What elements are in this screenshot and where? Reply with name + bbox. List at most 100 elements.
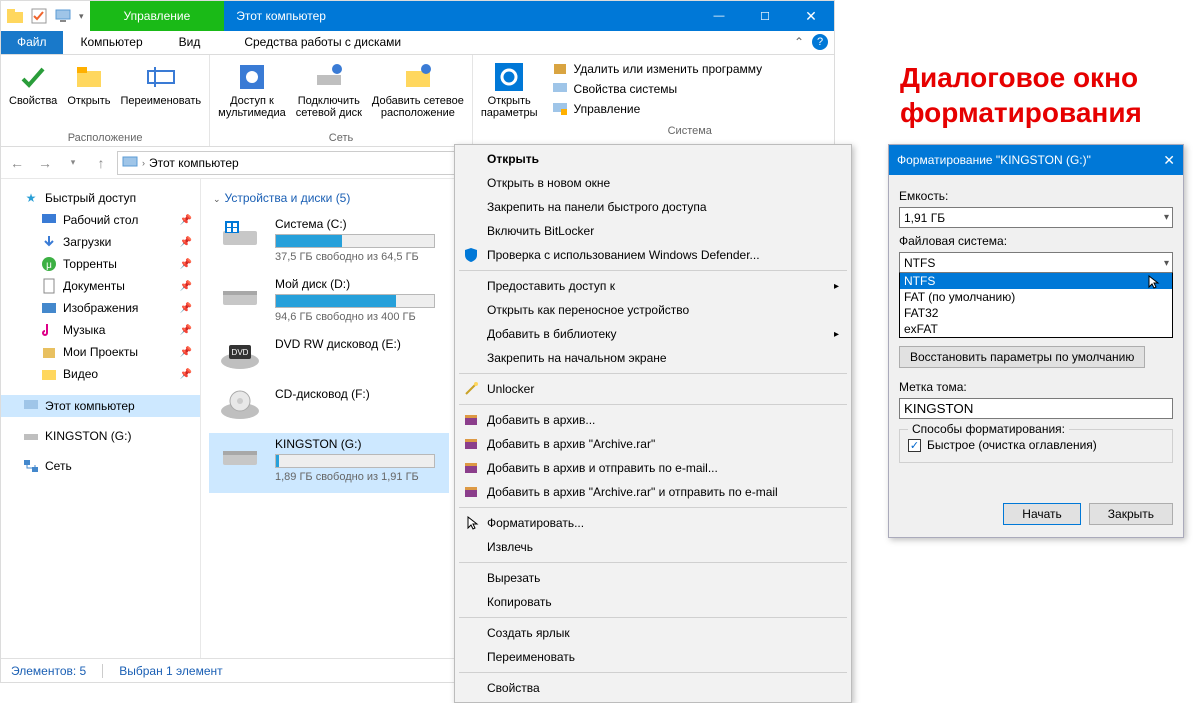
back-button[interactable]: ← — [5, 151, 29, 175]
ctx-open-new-window[interactable]: Открыть в новом окне — [457, 171, 849, 195]
maximize-button[interactable]: ☐ — [742, 1, 788, 31]
ctx-rename[interactable]: Переименовать — [457, 645, 849, 669]
close-icon[interactable]: ✕ — [1163, 152, 1175, 169]
drive-name: CD-дисковод (F:) — [275, 387, 441, 404]
sidebar-downloads[interactable]: Загрузки📌 — [1, 231, 200, 253]
fs-option-fat[interactable]: FAT (по умолчанию) — [900, 289, 1172, 305]
sidebar-documents[interactable]: Документы📌 — [1, 275, 200, 297]
manage-icon — [552, 101, 568, 117]
ctx-bitlocker[interactable]: Включить BitLocker — [457, 219, 849, 243]
ctx-archive-rar-email[interactable]: Добавить в архив "Archive.rar" и отправи… — [457, 480, 849, 504]
ctx-separator — [459, 617, 847, 618]
help-button[interactable]: ? — [812, 34, 828, 50]
drive-item[interactable]: Мой диск (D:)94,6 ГБ свободно из 400 ГБ — [209, 273, 449, 333]
view-tab[interactable]: Вид — [161, 31, 219, 54]
chevron-down-icon: ▾ — [1164, 212, 1169, 223]
picture-icon — [41, 300, 57, 316]
rename-button[interactable]: Переименовать — [117, 59, 206, 132]
sidebar-quick-access[interactable]: ★Быстрый доступ — [1, 187, 200, 209]
drive-item[interactable]: Система (C:)37,5 ГБ свободно из 64,5 ГБ — [209, 213, 449, 273]
pc-icon[interactable] — [55, 8, 71, 24]
chevron-right-icon: ▸ — [834, 281, 839, 292]
drive-name: KINGSTON (G:) — [275, 437, 441, 454]
context-menu: Открыть Открыть в новом окне Закрепить н… — [454, 144, 852, 703]
drive-item[interactable]: CD-дисковод (F:) — [209, 383, 449, 433]
capacity-select[interactable]: 1,91 ГБ ▾ — [899, 207, 1173, 228]
ctx-archive-rar[interactable]: Добавить в архив "Archive.rar" — [457, 432, 849, 456]
minimize-button[interactable]: — — [696, 1, 742, 31]
reset-defaults-button[interactable]: Восстановить параметры по умолчанию — [899, 346, 1145, 368]
quick-format-label: Быстрое (очистка оглавления) — [927, 438, 1097, 452]
file-tab[interactable]: Файл — [1, 31, 63, 54]
ctx-format[interactable]: Форматировать... — [457, 511, 849, 535]
ctx-library[interactable]: Добавить в библиотеку▸ — [457, 322, 849, 346]
quick-format-checkbox[interactable]: ✓ Быстрое (очистка оглавления) — [908, 438, 1164, 452]
drive-name: Система (C:) — [275, 217, 441, 234]
ctx-separator — [459, 562, 847, 563]
collapse-ribbon-icon[interactable]: ⌃ — [786, 31, 812, 54]
drive-icon — [23, 428, 39, 444]
ctx-defender[interactable]: Проверка с использованием Windows Defend… — [457, 243, 849, 267]
close-button[interactable]: ✕ — [788, 1, 834, 31]
computer-tab[interactable]: Компьютер — [63, 31, 161, 54]
volume-label-label: Метка тома: — [899, 380, 1173, 394]
open-settings-button[interactable]: Открыть параметры — [477, 59, 542, 132]
ctx-properties[interactable]: Свойства — [457, 676, 849, 700]
winrar-icon — [463, 460, 479, 476]
quick-access-toolbar: ▾ — [1, 1, 90, 31]
qat-dropdown-icon[interactable]: ▾ — [79, 11, 84, 22]
sidebar-desktop[interactable]: Рабочий стол📌 — [1, 209, 200, 231]
properties-button[interactable]: Свойства — [5, 59, 61, 132]
drive-item[interactable]: DVDDVD RW дисковод (E:) — [209, 333, 449, 383]
fs-option-exfat[interactable]: exFAT — [900, 321, 1172, 337]
format-dialog-titlebar[interactable]: Форматирование "KINGSTON (G:)" ✕ — [889, 145, 1183, 175]
shield-icon — [463, 247, 479, 263]
rename-icon — [145, 61, 177, 93]
ctx-cut[interactable]: Вырезать — [457, 566, 849, 590]
uninstall-icon — [552, 61, 568, 77]
close-button[interactable]: Закрыть — [1089, 503, 1173, 525]
checkbox-icon[interactable] — [31, 8, 47, 24]
volume-label-input[interactable] — [899, 398, 1173, 419]
drive-item[interactable]: KINGSTON (G:)1,89 ГБ свободно из 1,91 ГБ — [209, 433, 449, 493]
sidebar-network[interactable]: Сеть — [1, 455, 200, 477]
drive-tools-tab[interactable]: Средства работы с дисками — [218, 31, 427, 54]
fs-option-ntfs[interactable]: NTFS — [900, 273, 1172, 289]
sidebar-this-pc[interactable]: Этот компьютер — [1, 395, 200, 417]
manage-tab[interactable]: Управление — [90, 1, 225, 31]
fs-option-fat32[interactable]: FAT32 — [900, 305, 1172, 321]
manage-row[interactable]: Управление — [552, 99, 828, 119]
media-access-button[interactable]: Доступ к мультимедиа — [214, 59, 290, 132]
recent-button[interactable]: ▾ — [61, 151, 85, 175]
ctx-pin-quick-access[interactable]: Закрепить на панели быстрого доступа — [457, 195, 849, 219]
ctx-copy[interactable]: Копировать — [457, 590, 849, 614]
map-drive-button[interactable]: Подключить сетевой диск — [292, 59, 366, 132]
ctx-pin-start[interactable]: Закрепить на начальном экране — [457, 346, 849, 370]
ctx-create-shortcut[interactable]: Создать ярлык — [457, 621, 849, 645]
pin-icon: 📌 — [180, 347, 192, 358]
ctx-unlocker[interactable]: Unlocker — [457, 377, 849, 401]
sysprops-row[interactable]: Свойства системы — [552, 79, 828, 99]
up-button[interactable]: ↑ — [89, 151, 113, 175]
ctx-archive-add[interactable]: Добавить в архив... — [457, 408, 849, 432]
sidebar-kingston[interactable]: KINGSTON (G:) — [1, 425, 200, 447]
chevron-down-icon: ▾ — [1164, 258, 1169, 269]
sidebar-video[interactable]: Видео📌 — [1, 363, 200, 385]
ctx-portable[interactable]: Открыть как переносное устройство — [457, 298, 849, 322]
media-label: Доступ к мультимедиа — [218, 95, 286, 119]
open-button[interactable]: Открыть — [63, 59, 114, 132]
sidebar-pictures[interactable]: Изображения📌 — [1, 297, 200, 319]
ctx-eject[interactable]: Извлечь — [457, 535, 849, 559]
filesystem-select[interactable]: NTFS ▾ — [899, 252, 1173, 273]
star-icon: ★ — [23, 190, 39, 206]
ctx-archive-email[interactable]: Добавить в архив и отправить по e-mail..… — [457, 456, 849, 480]
add-net-location-button[interactable]: Добавить сетевое расположение — [368, 59, 468, 132]
uninstall-row[interactable]: Удалить или изменить программу — [552, 59, 828, 79]
ctx-share[interactable]: Предоставить доступ к▸ — [457, 274, 849, 298]
ctx-open[interactable]: Открыть — [457, 147, 849, 171]
sidebar-projects[interactable]: Мои Проекты📌 — [1, 341, 200, 363]
sidebar-torrents[interactable]: μТорренты📌 — [1, 253, 200, 275]
start-button[interactable]: Начать — [1003, 503, 1081, 525]
forward-button[interactable]: → — [33, 151, 57, 175]
sidebar-music[interactable]: Музыка📌 — [1, 319, 200, 341]
